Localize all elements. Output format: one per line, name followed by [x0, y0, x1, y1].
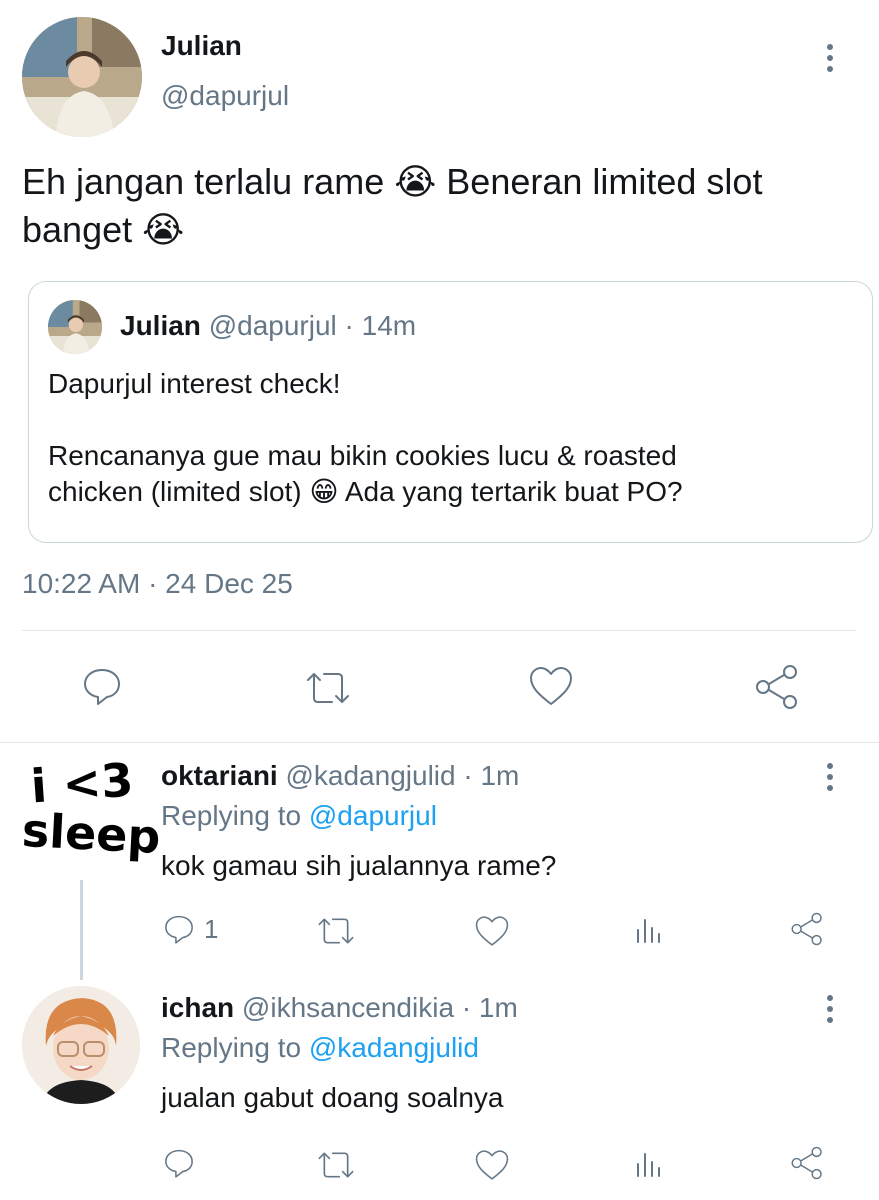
reply-button[interactable]: [80, 664, 124, 708]
quoted-tweet-header: Julian @dapurjul · 14m: [120, 310, 416, 342]
share-icon: [791, 1146, 822, 1180]
avatar-photo-icon: [22, 17, 142, 137]
reply2-avatar[interactable]: [22, 986, 140, 1104]
retweet-icon: [307, 673, 349, 703]
avatar-text-line1: i <3: [29, 752, 135, 814]
reply1-more-button[interactable]: [812, 760, 848, 796]
reply2-retweet-button[interactable]: [316, 1148, 356, 1182]
divider: [0, 742, 879, 743]
reply2-header: ichan @ikhsancendikia · 1m: [161, 992, 518, 1024]
reply1-avatar[interactable]: i <3 sleep: [20, 752, 162, 870]
like-button[interactable]: [528, 664, 574, 708]
main-tweet-text-line1: Eh jangan terlalu rame 😭 Beneran limited…: [22, 161, 763, 202]
reply2-analytics-button[interactable]: [632, 1148, 664, 1180]
replying-to-link[interactable]: @dapurjul: [309, 800, 437, 831]
quoted-author-handle: @dapurjul: [208, 310, 337, 341]
reply2-time: · 1m: [461, 992, 518, 1023]
reply1-author-handle[interactable]: @kadangjulid: [285, 760, 455, 791]
reply-icon: [165, 1149, 193, 1178]
reply-icon: [165, 915, 193, 944]
reply2-reply-button[interactable]: [162, 1146, 196, 1180]
reply-count: 1: [204, 914, 219, 944]
main-author-handle[interactable]: @dapurjul: [161, 80, 289, 112]
main-tweet-timestamp[interactable]: 10:22 AM · 24 Dec 25: [22, 568, 293, 600]
reply2-share-button[interactable]: [790, 1146, 824, 1180]
more-vertical-icon: [827, 44, 833, 72]
reply1-reply-button[interactable]: 1: [162, 912, 232, 948]
share-button[interactable]: [754, 664, 800, 710]
quoted-tweet-avatar: [48, 300, 102, 354]
more-options-button[interactable]: [812, 40, 848, 76]
analytics-icon: [637, 1153, 660, 1177]
avatar-text-line2: sleep: [20, 802, 162, 865]
like-icon: [475, 1150, 509, 1180]
reply2-replying-to: Replying to @kadangjulid: [161, 1032, 479, 1064]
quoted-tweet-text: Dapurjul interest check! Rencananya gue …: [48, 366, 868, 510]
replying-to-prefix: Replying to: [161, 1032, 302, 1063]
reply1-like-button[interactable]: [474, 914, 510, 948]
main-tweet-text: Eh jangan terlalu rame 😭 Beneran limited…: [22, 158, 872, 254]
quoted-tweet-time: · 14m: [344, 310, 417, 341]
retweet-icon: [318, 918, 354, 944]
reply1-replying-to: Replying to @dapurjul: [161, 800, 437, 832]
reply2-author-handle[interactable]: @ikhsancendikia: [242, 992, 454, 1023]
reply1-text: kok gamau sih jualannya rame?: [161, 850, 557, 881]
more-vertical-icon: [827, 995, 833, 1023]
quoted-author-name: Julian: [120, 310, 201, 341]
quoted-tweet-line3: chicken (limited slot) 😁 Ada yang tertar…: [48, 476, 683, 507]
reply2-like-button[interactable]: [474, 1148, 510, 1182]
analytics-icon: [637, 919, 660, 943]
reply1-share-button[interactable]: [790, 912, 824, 946]
replying-to-link[interactable]: @kadangjulid: [309, 1032, 479, 1063]
reply1-author-name[interactable]: oktariani: [161, 760, 278, 791]
reply2-author-name[interactable]: ichan: [161, 992, 234, 1023]
reply1-retweet-button[interactable]: [316, 914, 356, 948]
avatar-photo-icon: [48, 300, 102, 354]
thread-connector-line: [80, 880, 83, 980]
quoted-tweet-line2: Rencananya gue mau bikin cookies lucu & …: [48, 440, 677, 471]
reply1-header: oktariani @kadangjulid · 1m: [161, 760, 519, 792]
avatar-photo-icon: [22, 986, 140, 1104]
main-author-name[interactable]: Julian: [161, 30, 242, 62]
share-icon: [791, 912, 822, 946]
replying-to-prefix: Replying to: [161, 800, 302, 831]
share-icon: [756, 665, 797, 709]
main-tweet-text-line2: banget 😭: [22, 209, 185, 250]
reply1-analytics-button[interactable]: [632, 914, 664, 946]
reply-icon: [84, 669, 120, 705]
more-vertical-icon: [827, 763, 833, 791]
like-icon: [530, 667, 572, 705]
like-icon: [475, 916, 509, 946]
reply2-more-button[interactable]: [812, 992, 848, 1028]
main-tweet-avatar[interactable]: [22, 17, 142, 137]
reply2-text: jualan gabut doang soalnya: [161, 1082, 504, 1113]
quoted-tweet-line1: Dapurjul interest check!: [48, 368, 341, 399]
reply1-time: · 1m: [463, 760, 520, 791]
divider: [22, 630, 856, 631]
retweet-icon: [318, 1152, 354, 1178]
retweet-button[interactable]: [304, 668, 352, 708]
